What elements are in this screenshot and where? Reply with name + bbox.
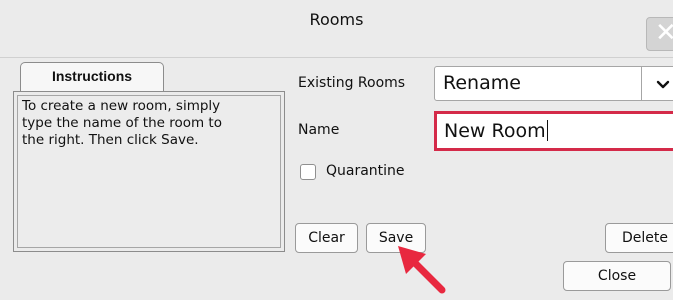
existing-rooms-label: Existing Rooms xyxy=(298,75,406,91)
annotation-arrow-icon xyxy=(398,246,446,294)
instructions-box: To create a new room, simply type the na… xyxy=(17,95,281,248)
quarantine-label: Quarantine xyxy=(326,163,405,179)
tab-instructions[interactable]: Instructions xyxy=(20,62,164,92)
instructions-text: To create a new room, simply type the na… xyxy=(22,98,284,149)
quarantine-checkbox[interactable] xyxy=(300,164,316,180)
delete-button[interactable]: Delete xyxy=(605,223,673,253)
clear-button[interactable]: Clear xyxy=(295,223,358,253)
room-name-input[interactable]: New Room xyxy=(434,111,673,151)
instructions-panel: To create a new room, simply type the na… xyxy=(13,91,285,252)
room-name-text: New Room xyxy=(444,120,546,142)
title-bar: Rooms ✕ xyxy=(0,0,673,51)
title-separator xyxy=(0,57,673,58)
room-name-value: New Room xyxy=(444,120,548,142)
window-title: Rooms xyxy=(309,10,364,29)
text-caret xyxy=(546,120,548,141)
instructions-line: the right. Then click Save. xyxy=(22,132,199,148)
rooms-dialog: Rooms ✕ Instructions To create a new roo… xyxy=(0,0,673,300)
close-button[interactable]: Close xyxy=(563,261,671,291)
name-label: Name xyxy=(298,122,340,138)
instructions-line: To create a new room, simply xyxy=(22,98,221,114)
existing-rooms-value: Rename xyxy=(443,72,521,94)
instructions-line: type the name of the room to xyxy=(22,115,222,131)
existing-rooms-select[interactable]: Rename xyxy=(434,66,673,101)
chevron-down-icon[interactable] xyxy=(641,67,673,100)
close-icon[interactable]: ✕ xyxy=(646,17,673,51)
